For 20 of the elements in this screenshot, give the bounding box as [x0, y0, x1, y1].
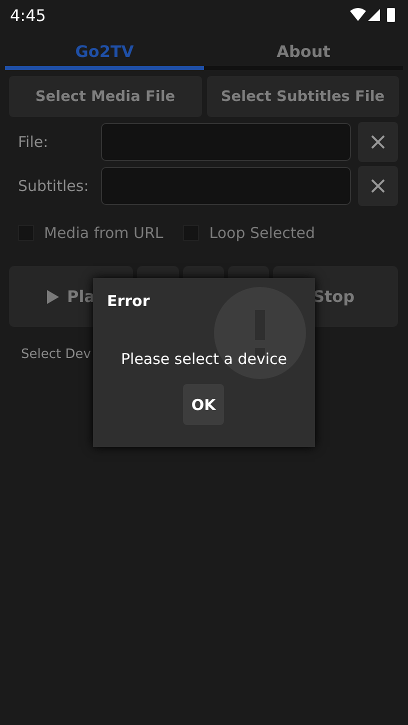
device-label: Select Dev: [21, 347, 91, 362]
checkbox-label: Media from URL: [44, 224, 164, 242]
input-field[interactable]: [101, 123, 351, 161]
select-file-button[interactable]: Select Media File: [9, 76, 202, 117]
clear-button[interactable]: [358, 166, 398, 206]
close-icon: [370, 178, 386, 194]
input-field[interactable]: [101, 167, 351, 205]
tab[interactable]: Go2TV: [5, 36, 204, 70]
tab[interactable]: About: [204, 36, 403, 70]
select-file-button[interactable]: Select Subtitles File: [206, 76, 399, 117]
close-icon: [370, 134, 386, 150]
clear-button[interactable]: [358, 122, 398, 162]
status-icons: [350, 7, 398, 23]
field-label: Subtitles:: [18, 177, 90, 195]
dialog-message: Please select a device: [120, 350, 288, 368]
checkbox-label: Loop Selected: [209, 224, 316, 242]
ok-button[interactable]: OK: [183, 384, 224, 425]
status-time: 4:45: [10, 6, 46, 24]
field-label: File:: [18, 133, 50, 151]
play-icon: [47, 290, 59, 304]
